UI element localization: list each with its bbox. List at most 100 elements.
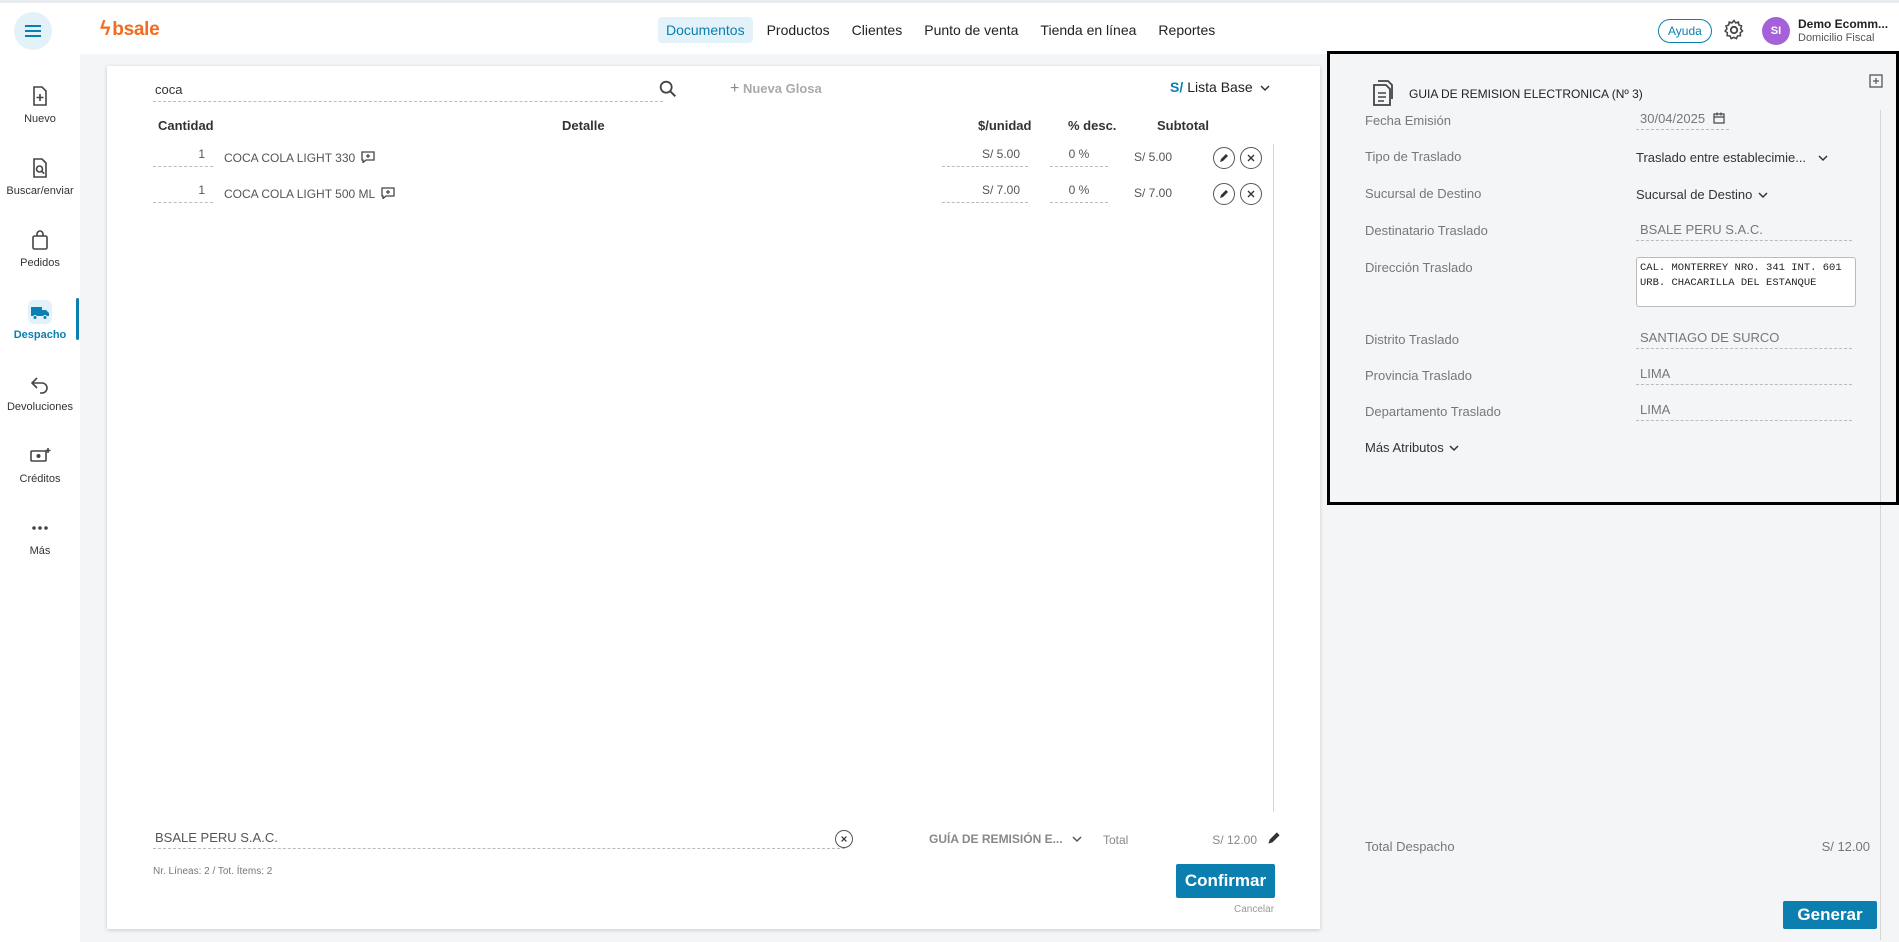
discount-field[interactable]: 0 % xyxy=(1050,183,1108,203)
avatar[interactable]: SI xyxy=(1762,17,1790,45)
fecha-emision-field[interactable]: 30/04/2025 xyxy=(1636,110,1729,130)
more-attributes-toggle[interactable]: Más Atributos xyxy=(1365,440,1459,455)
chevron-down-icon xyxy=(1818,155,1828,162)
return-arrow-icon xyxy=(30,377,48,394)
user-branch: Domicilio Fiscal xyxy=(1798,32,1875,44)
chevron-down-icon xyxy=(1072,836,1082,843)
sidebar-item-creditos[interactable]: Créditos xyxy=(0,444,80,485)
column-subtotal: Subtotal xyxy=(1157,118,1209,133)
discount-field[interactable]: 0 % xyxy=(1050,147,1108,167)
pencil-icon[interactable] xyxy=(1267,831,1281,845)
unit-price-field[interactable]: S/ 5.00 xyxy=(942,147,1028,167)
remove-row-button[interactable] xyxy=(1240,183,1262,205)
column-descuento: % desc. xyxy=(1068,118,1117,133)
clear-client-button[interactable] xyxy=(835,830,853,848)
total-label: Total xyxy=(1103,833,1129,847)
bolt-icon: ϟ xyxy=(100,18,111,40)
more-attributes-label: Más Atributos xyxy=(1365,440,1444,455)
table-row: 1 COCA COLA LIGHT 500 ML S/ 7.00 0 % S/ … xyxy=(107,183,1320,213)
edit-row-button[interactable] xyxy=(1213,183,1235,205)
lines-summary: Nr. Líneas: 2 / Tot. Ítems: 2 xyxy=(153,866,273,877)
plus-icon: + xyxy=(730,80,740,97)
sucursal-destino-select[interactable]: Sucursal de Destino xyxy=(1636,187,1768,202)
sidebar-item-devoluciones[interactable]: Devoluciones xyxy=(0,372,80,413)
sidebar-item-label: Más xyxy=(29,545,51,557)
nav-punto-de-venta[interactable]: Punto de venta xyxy=(916,17,1026,43)
sidebar-item-buscar[interactable]: Buscar/enviar xyxy=(0,156,80,197)
sucursal-destino-value: Sucursal de Destino xyxy=(1636,187,1753,202)
generate-button[interactable]: Generar xyxy=(1783,901,1877,929)
new-gloss-button[interactable]: + Nueva Glosa xyxy=(730,80,822,98)
user-name[interactable]: Demo Ecomm... xyxy=(1798,17,1888,31)
nav-clientes[interactable]: Clientes xyxy=(844,17,911,43)
sidebar-item-label: Buscar/enviar xyxy=(6,185,74,197)
product-name: COCA COLA LIGHT 330 xyxy=(224,151,356,165)
gear-icon[interactable] xyxy=(1722,18,1746,42)
panel-scrollbar[interactable] xyxy=(1880,110,1881,940)
cancel-link[interactable]: Cancelar xyxy=(1234,904,1274,915)
column-unidad: $/unidad xyxy=(978,118,1032,133)
table-scrollbar[interactable] xyxy=(1273,144,1274,812)
quantity-field[interactable]: 1 xyxy=(153,183,213,203)
destinatario-label: Destinatario Traslado xyxy=(1365,223,1488,238)
client-input[interactable] xyxy=(153,827,845,849)
bsale-logo[interactable]: ϟ bsale xyxy=(100,18,160,41)
shopping-bag-icon xyxy=(32,230,48,250)
direccion-label: Dirección Traslado xyxy=(1365,260,1473,275)
destinatario-field[interactable]: BSALE PERU S.A.C. xyxy=(1636,221,1852,241)
money-plus-icon xyxy=(30,448,51,462)
fecha-emision-value: 30/04/2025 xyxy=(1640,111,1706,126)
menu-button[interactable] xyxy=(14,12,52,50)
sidebar-item-despacho[interactable]: Despacho xyxy=(0,300,80,341)
remove-row-button[interactable] xyxy=(1240,147,1262,169)
document-type-select[interactable]: GUÍA DE REMISIÓN E... xyxy=(929,832,1082,846)
total-despacho-value: S/ 12.00 xyxy=(1821,839,1870,854)
pencil-icon xyxy=(1220,190,1228,198)
sidebar-item-nuevo[interactable]: Nuevo xyxy=(0,84,80,125)
document-type-label: GUÍA DE REMISIÓN E... xyxy=(929,832,1063,846)
unit-price-field[interactable]: S/ 7.00 xyxy=(942,183,1028,203)
price-list-label: Lista Base xyxy=(1187,79,1253,95)
provincia-label: Provincia Traslado xyxy=(1365,368,1472,383)
sidebar-item-pedidos[interactable]: Pedidos xyxy=(0,228,80,269)
fecha-emision-label: Fecha Emisión xyxy=(1365,113,1451,128)
comment-add-icon[interactable] xyxy=(361,151,375,163)
column-cantidad: Cantidad xyxy=(158,118,214,133)
truck-icon xyxy=(28,300,52,324)
chevron-down-icon xyxy=(1758,192,1768,199)
chevron-down-icon xyxy=(1259,85,1270,92)
edit-row-button[interactable] xyxy=(1213,147,1235,169)
document-card: + Nueva Glosa S/Lista Base Cantidad Deta… xyxy=(107,66,1320,929)
nav-reportes[interactable]: Reportes xyxy=(1150,17,1223,43)
collapse-panel-icon[interactable] xyxy=(1869,74,1883,88)
direccion-textarea[interactable]: CAL. MONTERREY NRO. 341 INT. 601 URB. CH… xyxy=(1636,257,1856,307)
search-icon[interactable] xyxy=(657,78,679,100)
total-despacho-label: Total Despacho xyxy=(1365,839,1455,854)
nav-productos[interactable]: Productos xyxy=(759,17,838,43)
calendar-icon xyxy=(1713,112,1725,124)
product-search-input[interactable] xyxy=(153,78,663,102)
row-subtotal: S/ 7.00 xyxy=(1133,186,1172,200)
tipo-traslado-select[interactable]: Traslado entre establecimie... xyxy=(1636,150,1828,165)
sidebar-item-label: Despacho xyxy=(13,329,67,341)
product-name: COCA COLA LIGHT 500 ML xyxy=(224,187,376,201)
sidebar-item-label: Nuevo xyxy=(24,113,56,125)
confirm-button[interactable]: Confirmar xyxy=(1176,864,1275,898)
total-value: S/ 12.00 xyxy=(1212,833,1257,847)
departamento-field[interactable]: LIMA xyxy=(1636,401,1852,421)
distrito-field[interactable]: SANTIAGO DE SURCO xyxy=(1636,329,1852,349)
provincia-field[interactable]: LIMA xyxy=(1636,365,1852,385)
nav-tienda-en-linea[interactable]: Tienda en línea xyxy=(1032,17,1144,43)
comment-add-icon[interactable] xyxy=(381,187,395,199)
logo-text: bsale xyxy=(112,18,160,40)
row-subtotal: S/ 5.00 xyxy=(1133,150,1172,164)
quantity-field[interactable]: 1 xyxy=(153,147,213,167)
file-plus-icon xyxy=(33,86,47,106)
nav-documentos[interactable]: Documentos xyxy=(658,17,753,43)
help-button[interactable]: Ayuda xyxy=(1658,19,1712,43)
sucursal-destino-label: Sucursal de Destino xyxy=(1365,186,1482,201)
new-gloss-label: Nueva Glosa xyxy=(742,81,822,96)
hamburger-icon xyxy=(25,25,41,37)
price-list-select[interactable]: S/Lista Base xyxy=(1170,79,1270,95)
sidebar-item-mas[interactable]: Más xyxy=(0,516,80,557)
